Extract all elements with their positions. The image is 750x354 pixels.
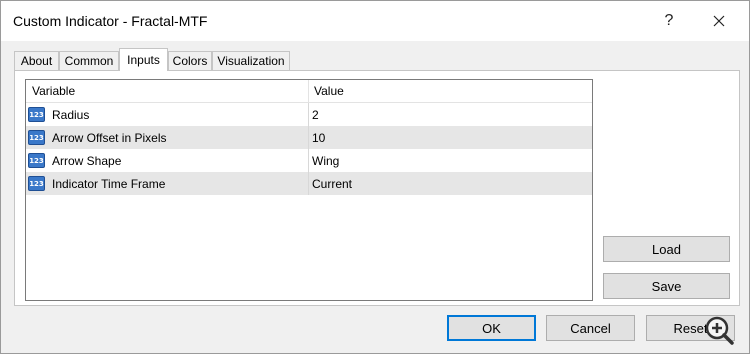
numeric-type-icon: 123 bbox=[28, 107, 45, 122]
tab-colors[interactable]: Colors bbox=[168, 51, 212, 70]
table-row[interactable]: 123 Radius 2 bbox=[26, 103, 592, 127]
cell-divider bbox=[308, 149, 309, 172]
variable-name: Indicator Time Frame bbox=[52, 177, 166, 191]
variable-value[interactable]: 2 bbox=[312, 108, 319, 122]
column-header-variable[interactable]: Variable bbox=[32, 84, 75, 98]
variable-name: Arrow Shape bbox=[52, 154, 122, 168]
cell-divider bbox=[308, 172, 309, 195]
variable-value[interactable]: Wing bbox=[312, 154, 339, 168]
inputs-grid: Variable Value 123 Radius 2 123 Arrow Of… bbox=[25, 79, 593, 301]
tab-visualization[interactable]: Visualization bbox=[212, 51, 290, 70]
variable-name: Radius bbox=[52, 108, 90, 122]
cell-divider bbox=[308, 103, 309, 126]
table-row[interactable]: 123 Indicator Time Frame Current bbox=[26, 172, 592, 196]
cell-divider bbox=[308, 126, 309, 149]
grid-header: Variable Value bbox=[26, 80, 592, 103]
cancel-button[interactable]: Cancel bbox=[546, 315, 635, 341]
column-header-value[interactable]: Value bbox=[314, 84, 344, 98]
help-button[interactable]: ? bbox=[647, 1, 691, 41]
close-icon bbox=[713, 15, 725, 27]
numeric-type-icon: 123 bbox=[28, 176, 45, 191]
tab-about[interactable]: About bbox=[14, 51, 59, 70]
variable-value[interactable]: Current bbox=[312, 177, 352, 191]
variable-name: Arrow Offset in Pixels bbox=[52, 131, 167, 145]
table-row[interactable]: 123 Arrow Shape Wing bbox=[26, 149, 592, 173]
inputs-panel: Variable Value 123 Radius 2 123 Arrow Of… bbox=[14, 70, 740, 306]
close-button[interactable] bbox=[697, 1, 741, 41]
save-button[interactable]: Save bbox=[603, 273, 730, 299]
numeric-type-icon: 123 bbox=[28, 130, 45, 145]
numeric-type-icon: 123 bbox=[28, 153, 45, 168]
custom-indicator-dialog: Custom Indicator - Fractal-MTF ? About C… bbox=[0, 0, 750, 354]
title-bar: Custom Indicator - Fractal-MTF ? bbox=[1, 1, 749, 41]
table-row[interactable]: 123 Arrow Offset in Pixels 10 bbox=[26, 126, 592, 150]
column-divider[interactable] bbox=[308, 80, 309, 102]
tab-common[interactable]: Common bbox=[59, 51, 119, 70]
ok-button[interactable]: OK bbox=[447, 315, 536, 341]
variable-value[interactable]: 10 bbox=[312, 131, 325, 145]
window-title: Custom Indicator - Fractal-MTF bbox=[13, 13, 208, 29]
tab-inputs[interactable]: Inputs bbox=[119, 48, 168, 71]
load-button[interactable]: Load bbox=[603, 236, 730, 262]
zoom-in-icon[interactable] bbox=[704, 315, 734, 345]
